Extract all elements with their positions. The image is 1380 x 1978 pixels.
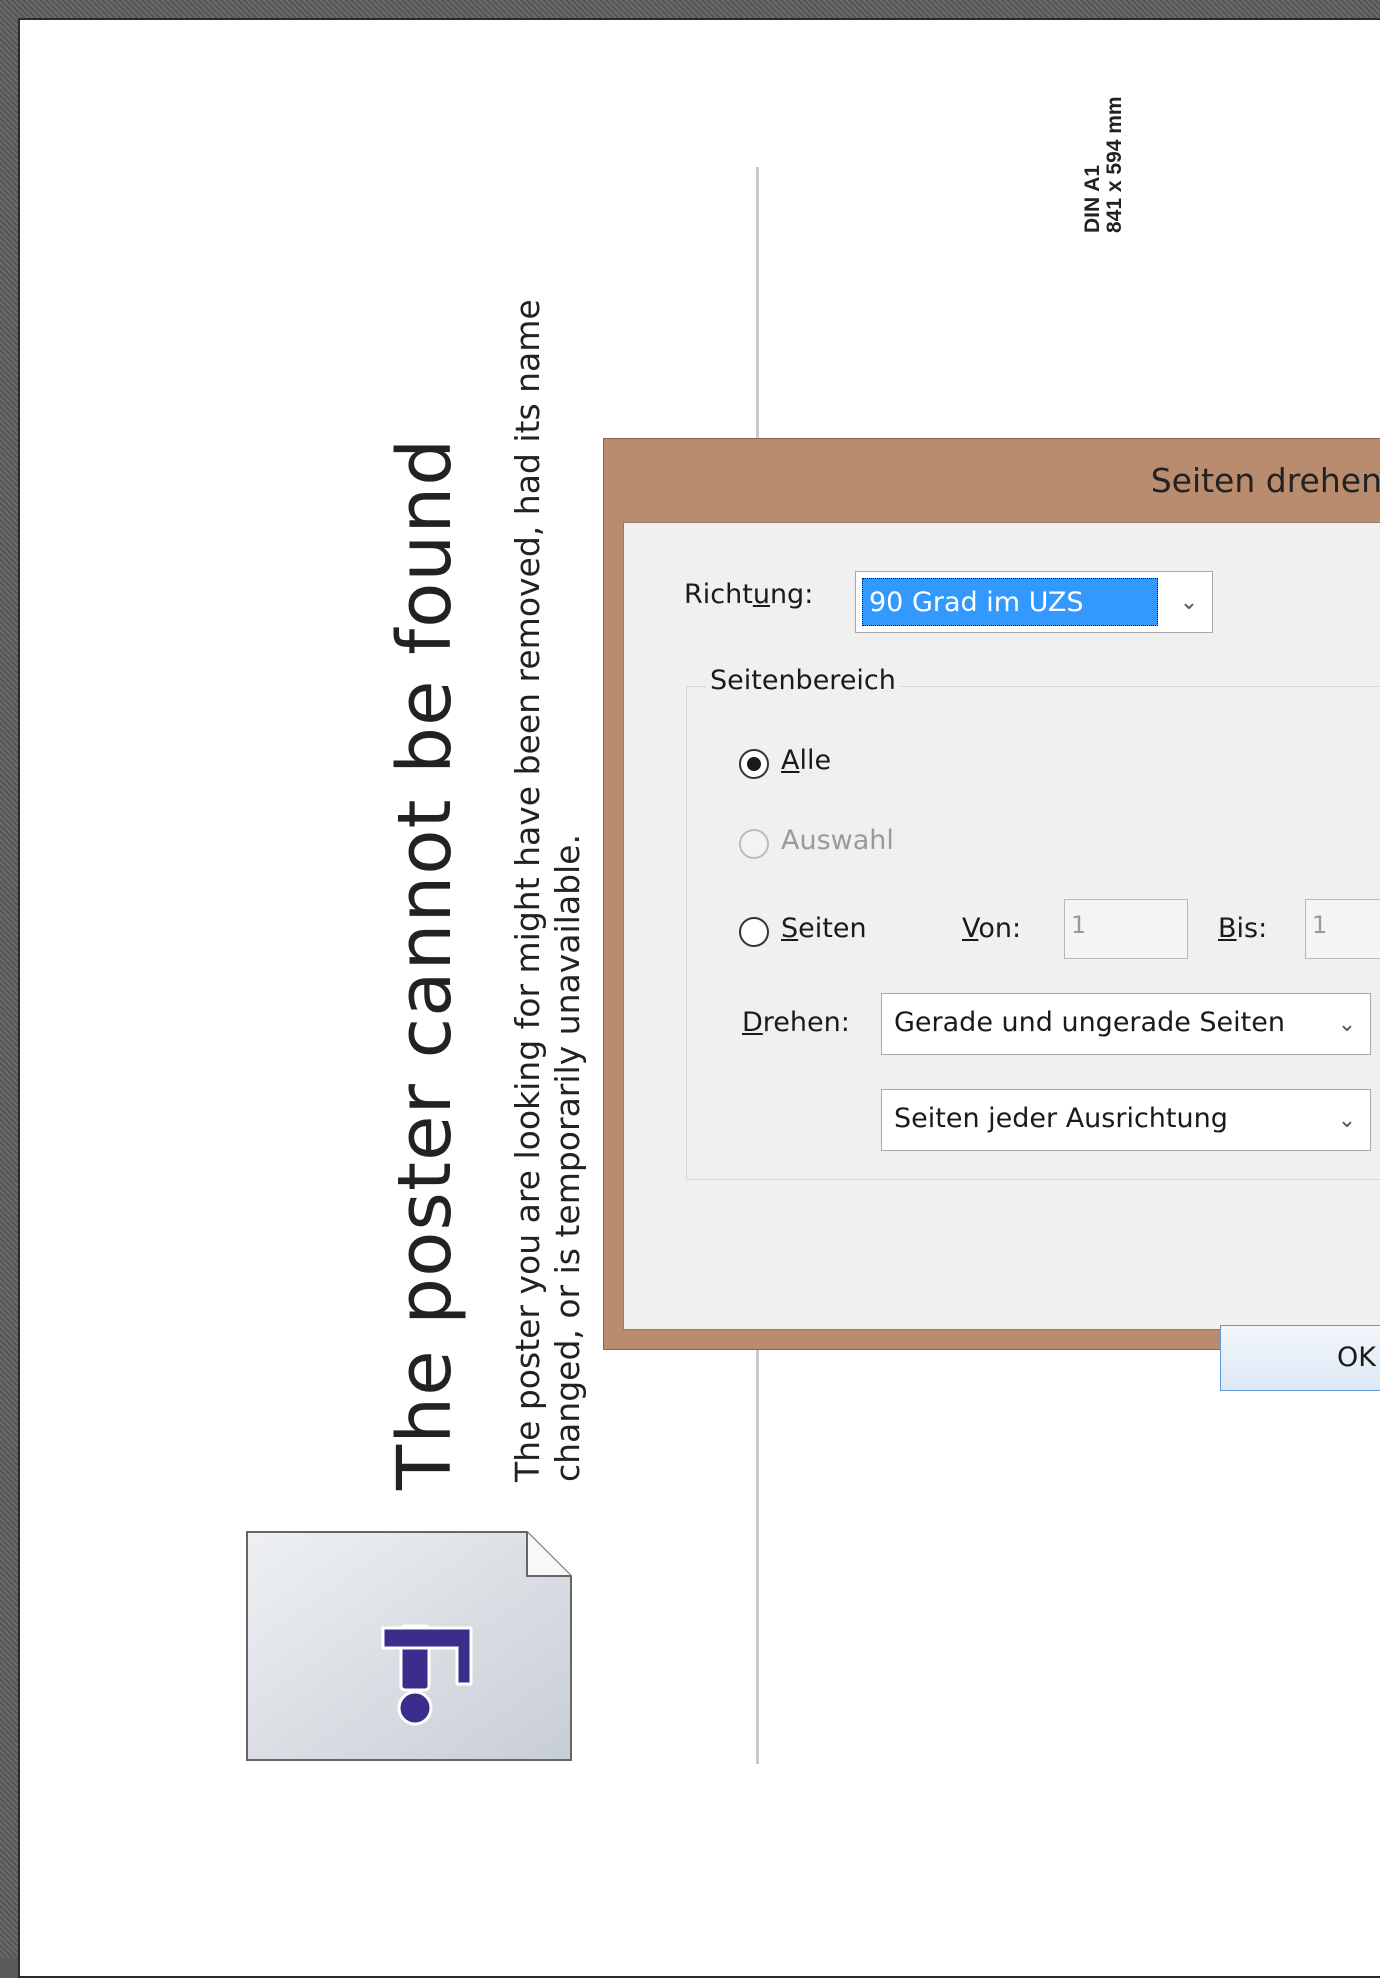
richtung-dropdown[interactable]: 90 Grad im UZS ⌄ [855,571,1213,633]
paper-size-label: DIN A1 841 x 594 mm [1081,96,1126,233]
radio-alle-label[interactable]: Alle [781,745,831,776]
chevron-down-icon[interactable]: ⌄ [1324,1090,1370,1150]
poster-message: The poster you are looking for might hav… [508,299,587,1482]
richtung-label: Richtung: [684,579,814,610]
drehen-selected-value: Gerade und ungerade Seiten [894,1007,1285,1038]
bis-input[interactable]: 1 [1305,899,1380,959]
orientation-selected-value: Seiten jeder Ausrichtung [894,1103,1228,1134]
dialog-title: Seiten drehen [1150,461,1380,500]
rotate-pages-dialog: Seiten drehen Richtung: 90 Grad im UZS ⌄… [603,438,1380,1391]
von-label: Von: [962,913,1022,944]
seitenbereich-legend: Seitenbereich [706,665,900,696]
radio-seiten-label[interactable]: Seiten [781,913,867,944]
paper-size-mm: 841 x 594 mm [1103,96,1126,233]
ok-button-label: OK [1337,1342,1376,1373]
info-document-icon [246,1531,572,1761]
orientation-dropdown[interactable]: Seiten jeder Ausrichtung ⌄ [881,1089,1371,1151]
dialog-body: Richtung: 90 Grad im UZS ⌄ Seitenbereich… [623,522,1380,1391]
radio-alle[interactable] [739,749,769,779]
chevron-down-icon[interactable]: ⌄ [1166,572,1212,632]
poster-title: The poster cannot be found [382,437,468,1490]
radio-seiten[interactable] [739,917,769,947]
radio-auswahl-label: Auswahl [781,825,894,856]
drehen-dropdown[interactable]: Gerade und ungerade Seiten ⌄ [881,993,1371,1055]
richtung-selected-value: 90 Grad im UZS [862,578,1158,626]
chevron-down-icon[interactable]: ⌄ [1324,994,1370,1054]
drehen-label: Drehen: [742,1007,850,1038]
paper-size-name: DIN A1 [1081,164,1104,233]
bis-label: Bis: [1218,913,1268,944]
radio-auswahl[interactable] [739,829,769,859]
von-input[interactable]: 1 [1064,899,1188,959]
ok-button[interactable]: OK [1220,1325,1380,1391]
